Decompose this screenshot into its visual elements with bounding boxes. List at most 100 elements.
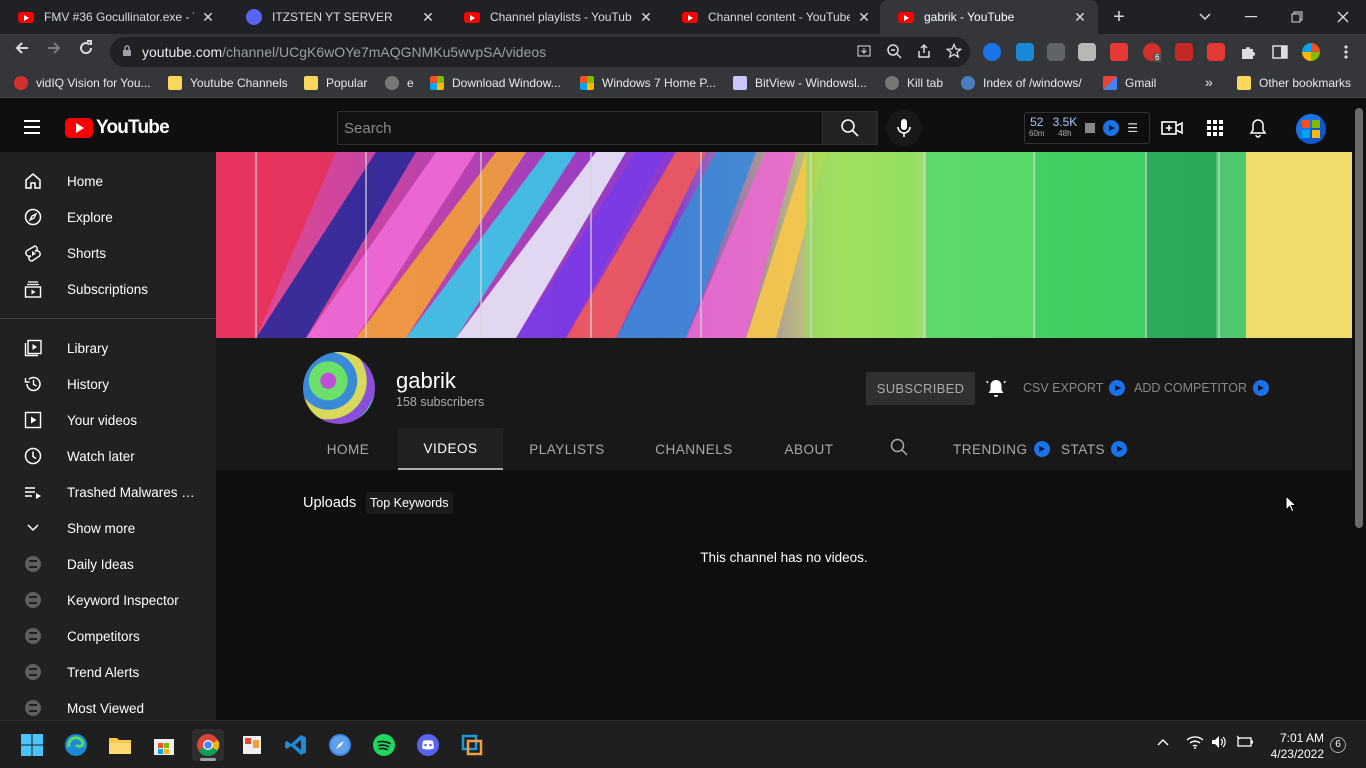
page-scrollbar[interactable] <box>1352 104 1366 720</box>
sidebar-item-most-viewed[interactable]: Most Viewed <box>0 690 216 720</box>
bookmark-folder[interactable]: Youtube Channels <box>168 76 288 90</box>
file-explorer-app[interactable] <box>104 729 136 761</box>
account-avatar[interactable] <box>1296 114 1326 144</box>
csv-export-button[interactable]: CSV EXPORT <box>1023 380 1126 396</box>
sidebar-item-playlist[interactable]: Trashed Malwares (s... <box>0 474 216 510</box>
tab-videos[interactable]: VIDEOS <box>398 428 503 470</box>
new-tab-button[interactable]: + <box>1108 6 1130 28</box>
spotify-app[interactable] <box>368 729 400 761</box>
channel-search-icon[interactable] <box>890 438 908 461</box>
voice-search-button[interactable] <box>886 110 922 146</box>
close-window-button[interactable] <box>1320 0 1366 34</box>
sidebar-item-subscriptions[interactable]: Subscriptions <box>0 271 216 307</box>
sidebar-item-daily-ideas[interactable]: Daily Ideas <box>0 546 216 582</box>
vidiq-realtime-stats[interactable]: 52 60m 3.5K 48h ☰ <box>1024 112 1150 144</box>
sidebar-item-trend-alerts[interactable]: Trend Alerts <box>0 654 216 690</box>
bookmark-item[interactable]: vidIQ Vision for You... <box>14 76 151 90</box>
close-icon[interactable]: ✕ <box>638 9 654 26</box>
search-button[interactable] <box>822 111 878 145</box>
hamburger-menu-icon[interactable] <box>24 120 40 134</box>
microsoft-store-app[interactable] <box>148 729 180 761</box>
browser-tab[interactable]: Channel playlists - YouTube S ✕ <box>446 0 664 34</box>
extension-icon[interactable] <box>1047 43 1065 61</box>
extension-icon[interactable] <box>1207 43 1225 61</box>
sidebar-item-competitors[interactable]: Competitors <box>0 618 216 654</box>
forward-icon[interactable] <box>42 40 66 64</box>
wifi-icon[interactable] <box>1186 735 1204 752</box>
tab-channels[interactable]: CHANNELS <box>631 428 757 470</box>
menu-icon[interactable] <box>1337 43 1355 61</box>
restore-button[interactable] <box>1274 0 1320 34</box>
channel-avatar[interactable] <box>303 352 375 424</box>
address-bar[interactable]: youtube.com/channel/UCgK6wOYe7mAQGNMKu5w… <box>110 37 970 67</box>
sidebar-item-explore[interactable]: Explore <box>0 199 216 235</box>
sidebar-show-more[interactable]: Show more <box>0 510 216 546</box>
sidebar-item-history[interactable]: History <box>0 366 216 402</box>
sidebar-item-library[interactable]: Library <box>0 330 216 366</box>
close-icon[interactable]: ✕ <box>420 9 436 26</box>
safari-app[interactable] <box>324 729 356 761</box>
search-input[interactable] <box>338 112 822 144</box>
notifications-bell-icon[interactable] <box>1246 116 1270 140</box>
bookmark-item[interactable]: Gmail <box>1103 76 1156 90</box>
share-icon[interactable] <box>916 43 932 62</box>
browser-tab[interactable]: FMV #36 Gocullinator.exe - Y ✕ <box>0 0 226 34</box>
extension-icon[interactable] <box>1078 43 1096 61</box>
reload-icon[interactable] <box>74 40 98 64</box>
add-competitor-button[interactable]: ADD COMPETITOR <box>1134 380 1269 396</box>
subscribed-button[interactable]: SUBSCRIBED <box>866 372 975 405</box>
vmware-app[interactable] <box>456 729 488 761</box>
tab-home[interactable]: HOME <box>298 428 398 470</box>
vscode-app[interactable] <box>280 729 312 761</box>
profile-avatar[interactable] <box>1302 43 1320 61</box>
extension-icon[interactable]: 6 <box>1143 43 1162 62</box>
vidiq-extension-icon[interactable] <box>983 43 1001 61</box>
scrollbar-thumb[interactable] <box>1355 108 1363 528</box>
close-icon[interactable]: ✕ <box>200 9 216 26</box>
discord-app[interactable] <box>412 729 444 761</box>
browser-tab-active[interactable]: gabrik - YouTube ✕ <box>880 0 1098 34</box>
close-icon[interactable]: ✕ <box>856 9 872 26</box>
show-hidden-icons[interactable] <box>1156 735 1170 750</box>
browser-tab[interactable]: Channel content - YouTube S ✕ <box>664 0 882 34</box>
close-icon[interactable]: ✕ <box>1072 9 1088 26</box>
extension-icon[interactable] <box>1016 43 1034 61</box>
sidebar-item-your-videos[interactable]: Your videos <box>0 402 216 438</box>
star-icon[interactable] <box>945 42 963 62</box>
apps-grid-icon[interactable] <box>1203 116 1227 140</box>
bookmark-item[interactable]: Index of /windows/ <box>961 76 1082 90</box>
other-bookmarks-folder[interactable]: Other bookmarks <box>1237 76 1351 90</box>
tab-playlists[interactable]: PLAYLISTS <box>503 428 631 470</box>
side-panel-icon[interactable] <box>1271 43 1289 61</box>
edge-app[interactable] <box>60 729 92 761</box>
start-button[interactable] <box>16 729 48 761</box>
system-clock[interactable]: 7:01 AM 4/23/2022 <box>1262 730 1324 762</box>
sidebar-item-keyword-inspector[interactable]: Keyword Inspector <box>0 582 216 618</box>
tab-about[interactable]: ABOUT <box>757 428 861 470</box>
browser-tab[interactable]: ITZSTEN YT SERVER ✕ <box>228 0 446 34</box>
install-icon[interactable] <box>856 43 872 62</box>
sidebar-item-watch-later[interactable]: Watch later <box>0 438 216 474</box>
bookmark-item[interactable]: Kill tab <box>885 76 943 90</box>
bookmark-item[interactable]: BitView - Windowsl... <box>733 76 867 90</box>
extension-icon[interactable] <box>1175 43 1193 61</box>
volume-icon[interactable] <box>1211 735 1227 752</box>
tab-stats[interactable]: STATS <box>1061 428 1128 470</box>
bookmark-item[interactable]: Windows 7 Home P... <box>580 76 716 90</box>
notification-center-badge[interactable]: 6 <box>1330 737 1346 753</box>
youtube-logo[interactable]: YouTube <box>65 117 170 139</box>
tab-search-icon[interactable] <box>1182 0 1228 34</box>
zoom-icon[interactable] <box>886 43 902 62</box>
sidebar-item-home[interactable]: Home <box>0 163 216 199</box>
sidebar-item-shorts[interactable]: Shorts <box>0 235 216 271</box>
puzzle-icon[interactable] <box>1239 43 1257 61</box>
create-video-icon[interactable] <box>1160 116 1184 140</box>
paint-app[interactable] <box>236 729 268 761</box>
more-bookmarks-button[interactable]: » <box>1205 74 1213 90</box>
tab-trending[interactable]: TRENDING <box>953 428 1050 470</box>
bookmark-item[interactable]: Download Window... <box>430 76 561 90</box>
extension-icon[interactable] <box>1110 43 1128 61</box>
chrome-app[interactable] <box>192 729 224 761</box>
notification-bell-icon[interactable] <box>985 378 1007 398</box>
top-keywords-button[interactable]: Top Keywords <box>366 492 453 514</box>
